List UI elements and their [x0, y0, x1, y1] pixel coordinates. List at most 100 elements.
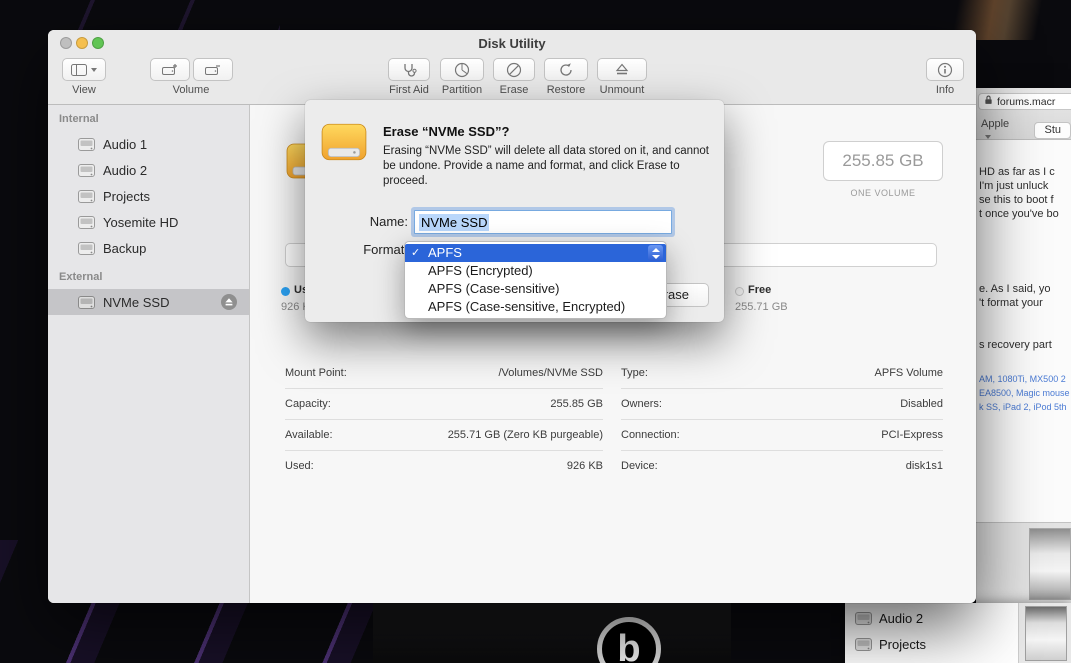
view-button[interactable]: [62, 58, 106, 81]
info-value: PCI-Express: [881, 429, 943, 441]
menu-item-label: APFS (Case-sensitive, Encrypted): [428, 299, 626, 314]
info-label: Capacity:: [285, 398, 331, 410]
album-art: b: [373, 603, 731, 663]
info-label: Mount Point:: [285, 367, 347, 379]
menu-item-apfs[interactable]: ✓ APFS: [405, 244, 666, 262]
drive-icon: [78, 189, 95, 203]
add-volume-button[interactable]: [149, 58, 190, 81]
table-row: Type: APFS Volume: [621, 358, 943, 389]
erase-dialog: Erase “NVMe SSD”? Erasing “NVMe SSD” wil…: [305, 100, 724, 322]
toolbar-group-partition: Partition: [434, 58, 490, 96]
drive-icon: [78, 137, 95, 151]
forum-signature-link[interactable]: k SS, iPad 2, iPod 5th: [979, 402, 1067, 412]
external-drive-icon: [320, 121, 368, 166]
list-item-label: Audio 2: [879, 611, 924, 626]
toolbar-label: Unmount: [599, 84, 645, 96]
toolbar-label: First Aid: [389, 84, 429, 96]
forum-text-fragment: e. As I said, yo: [979, 283, 1051, 295]
eject-button[interactable]: [221, 294, 237, 310]
background-finder-window: Audio 2 Projects: [845, 603, 1071, 663]
toolbar-label: View: [72, 84, 96, 96]
drive-icon: [855, 612, 872, 625]
dialog-body: Erasing “NVMe SSD” will delete all data …: [383, 145, 709, 187]
menu-item-apfs-case-sensitive-encrypted[interactable]: APFS (Case-sensitive, Encrypted): [405, 298, 666, 316]
name-input[interactable]: NVMe SSD: [414, 210, 672, 234]
sidebar: Internal Audio 1 Audio 2 Projects Yosemi…: [48, 105, 250, 603]
eject-icon: [225, 298, 233, 306]
info-label: Used:: [285, 460, 314, 472]
menu-item-label: APFS (Encrypted): [428, 263, 533, 278]
beats-logo: b: [597, 617, 661, 663]
add-volume-icon: [161, 63, 177, 75]
toolbar-group-info: Info: [925, 58, 965, 96]
table-row: Owners: Disabled: [621, 389, 943, 420]
sidebar-item-projects[interactable]: Projects: [48, 183, 249, 209]
sidebar-item-yosemite-hd[interactable]: Yosemite HD: [48, 209, 249, 235]
sidebar-item-label: Backup: [103, 240, 147, 256]
menu-item-label: APFS: [428, 245, 462, 260]
drive-icon: [855, 638, 872, 651]
background-browser-window: forums.macr Apple Stu HD as far as I c I…: [976, 88, 1071, 603]
toolbar-label: Restore: [546, 84, 586, 96]
toolbar-label: Info: [935, 84, 955, 96]
dialog-title: Erase “NVMe SSD”?: [383, 124, 510, 139]
unmount-icon: [615, 63, 629, 75]
table-row: Capacity: 255.85 GB: [285, 389, 603, 420]
unmount-button[interactable]: [597, 58, 647, 81]
table-row: Used: 926 KB: [285, 451, 603, 482]
volume-size-value: 255.85 GB: [842, 151, 924, 170]
menu-item-apfs-case-sensitive[interactable]: APFS (Case-sensitive): [405, 280, 666, 298]
checkmark-icon: ✓: [411, 247, 421, 259]
toolbar-label: Erase: [499, 84, 529, 96]
sidebar-item-backup[interactable]: Backup: [48, 235, 249, 261]
lock-icon: [983, 94, 994, 109]
erase-toolbar-button[interactable]: [493, 58, 535, 81]
forum-text-fragment: 't format your: [979, 297, 1043, 309]
info-value: /Volumes/NVMe SSD: [498, 367, 603, 379]
partition-button[interactable]: [440, 58, 484, 81]
attachment-thumbnail[interactable]: [1029, 528, 1071, 600]
forum-text-fragment: s recovery part: [979, 339, 1052, 351]
title-bar: Disk Utility View Volume First Aid Parti…: [48, 30, 976, 105]
forum-text-fragment: I'm just unluck: [979, 180, 1049, 192]
toolbar-group-view: View: [62, 58, 106, 96]
browser-nav-apple[interactable]: Apple: [981, 118, 1010, 142]
forum-signature-link[interactable]: AM, 1080Ti, MX500 2: [979, 374, 1066, 384]
drive-icon: [78, 163, 95, 177]
info-button[interactable]: [926, 58, 964, 81]
sidebar-item-nvme-ssd[interactable]: NVMe SSD: [48, 289, 249, 315]
partition-icon: [454, 62, 470, 77]
forum-attachment-area: [976, 522, 1071, 603]
toolbar-group-restore: Restore: [540, 58, 592, 96]
list-item[interactable]: Audio 2: [855, 611, 923, 626]
sidebar-section-external: External: [59, 271, 103, 283]
info-icon: [937, 62, 953, 77]
restore-button[interactable]: [544, 58, 588, 81]
sidebar-item-audio-1[interactable]: Audio 1: [48, 131, 249, 157]
sidebar-item-label: Audio 1: [103, 136, 148, 152]
info-table-left: Mount Point: /Volumes/NVMe SSD Capacity:…: [285, 358, 603, 482]
browser-toolbar: forums.macr Apple Stu: [976, 88, 1071, 140]
info-value: APFS Volume: [874, 367, 943, 379]
browser-nav-stu[interactable]: Stu: [1034, 121, 1071, 139]
toolbar-group-erase: Erase: [490, 58, 538, 96]
drive-photo: [1025, 606, 1067, 661]
erase-icon: [506, 62, 522, 77]
drive-icon: [78, 215, 95, 229]
info-label: Device:: [621, 460, 658, 472]
browser-url-field[interactable]: forums.macr: [978, 93, 1071, 110]
forum-signature-link[interactable]: EA8500, Magic mouse: [979, 388, 1070, 398]
toolbar-group-unmount: Unmount: [592, 58, 652, 96]
info-table-right: Type: APFS Volume Owners: Disabled Conne…: [621, 358, 943, 482]
info-label: Connection:: [621, 429, 680, 441]
format-label: Format:: [363, 242, 408, 257]
toolbar-label: Volume: [172, 84, 210, 96]
remove-volume-button[interactable]: [192, 58, 233, 81]
toolbar-group-volume: Volume: [147, 58, 235, 96]
first-aid-button[interactable]: [388, 58, 430, 81]
forum-post-content: HD as far as I c I'm just unluck se this…: [976, 141, 1071, 522]
sidebar-item-label: Yosemite HD: [103, 214, 179, 230]
sidebar-item-audio-2[interactable]: Audio 2: [48, 157, 249, 183]
list-item[interactable]: Projects: [855, 637, 926, 652]
menu-item-apfs-encrypted[interactable]: APFS (Encrypted): [405, 262, 666, 280]
